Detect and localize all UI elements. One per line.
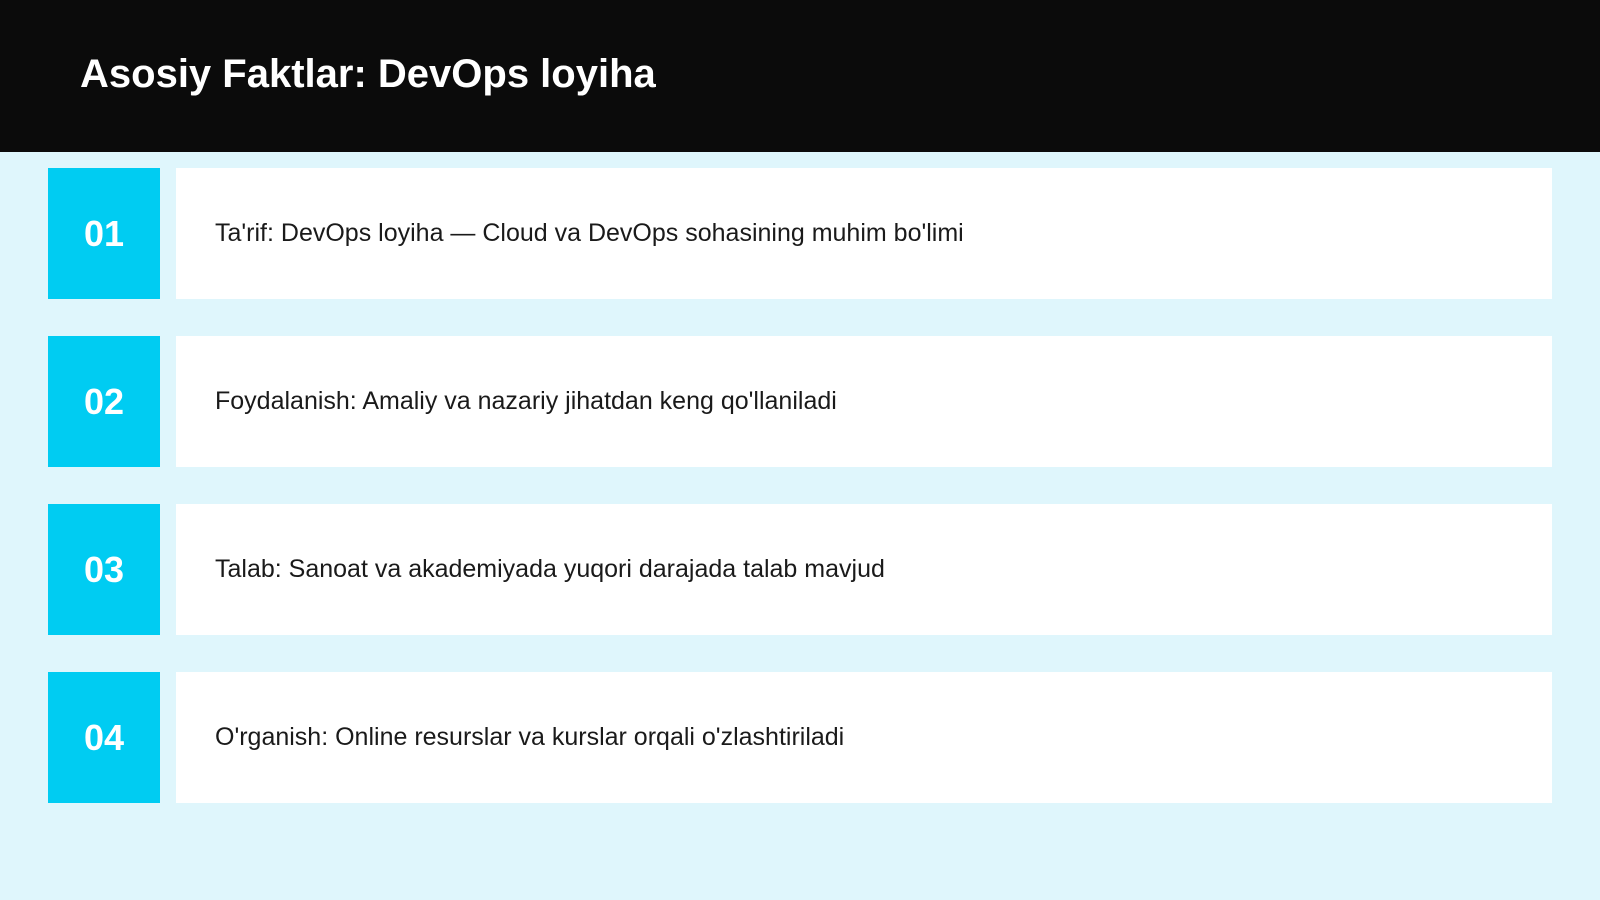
fact-text: O'rganish: Online resurslar va kurslar o… (215, 723, 845, 751)
fact-row-1: 01 Ta'rif: DevOps loyiha — Cloud va DevO… (48, 168, 1552, 299)
fact-number-badge: 03 (48, 504, 160, 635)
fact-row-2: 02 Foydalanish: Amaliy va nazariy jihatd… (48, 336, 1552, 467)
fact-row-3: 03 Talab: Sanoat va akademiyada yuqori d… (48, 504, 1552, 635)
fact-card: Ta'rif: DevOps loyiha — Cloud va DevOps … (176, 168, 1552, 299)
fact-card: Talab: Sanoat va akademiyada yuqori dara… (176, 504, 1552, 635)
fact-number: 01 (83, 212, 125, 254)
fact-text: Ta'rif: DevOps loyiha — Cloud va DevOps … (215, 219, 964, 247)
fact-card: O'rganish: Online resurslar va kurslar o… (176, 672, 1552, 803)
slide-title: Asosiy Faktlar: DevOps loyiha (80, 52, 656, 96)
fact-row-4: 04 O'rganish: Online resurslar va kursla… (48, 672, 1552, 803)
fact-number: 04 (83, 716, 125, 758)
fact-card: Foydalanish: Amaliy va nazariy jihatdan … (176, 336, 1552, 467)
fact-number: 03 (83, 548, 125, 590)
fact-text: Talab: Sanoat va akademiyada yuqori dara… (215, 555, 885, 583)
fact-number-badge: 04 (48, 672, 160, 803)
fact-number: 02 (83, 380, 125, 422)
fact-number-badge: 02 (48, 336, 160, 467)
slide-header: Asosiy Faktlar: DevOps loyiha (0, 0, 1600, 152)
fact-text: Foydalanish: Amaliy va nazariy jihatdan … (215, 387, 837, 415)
fact-number-badge: 01 (48, 168, 160, 299)
